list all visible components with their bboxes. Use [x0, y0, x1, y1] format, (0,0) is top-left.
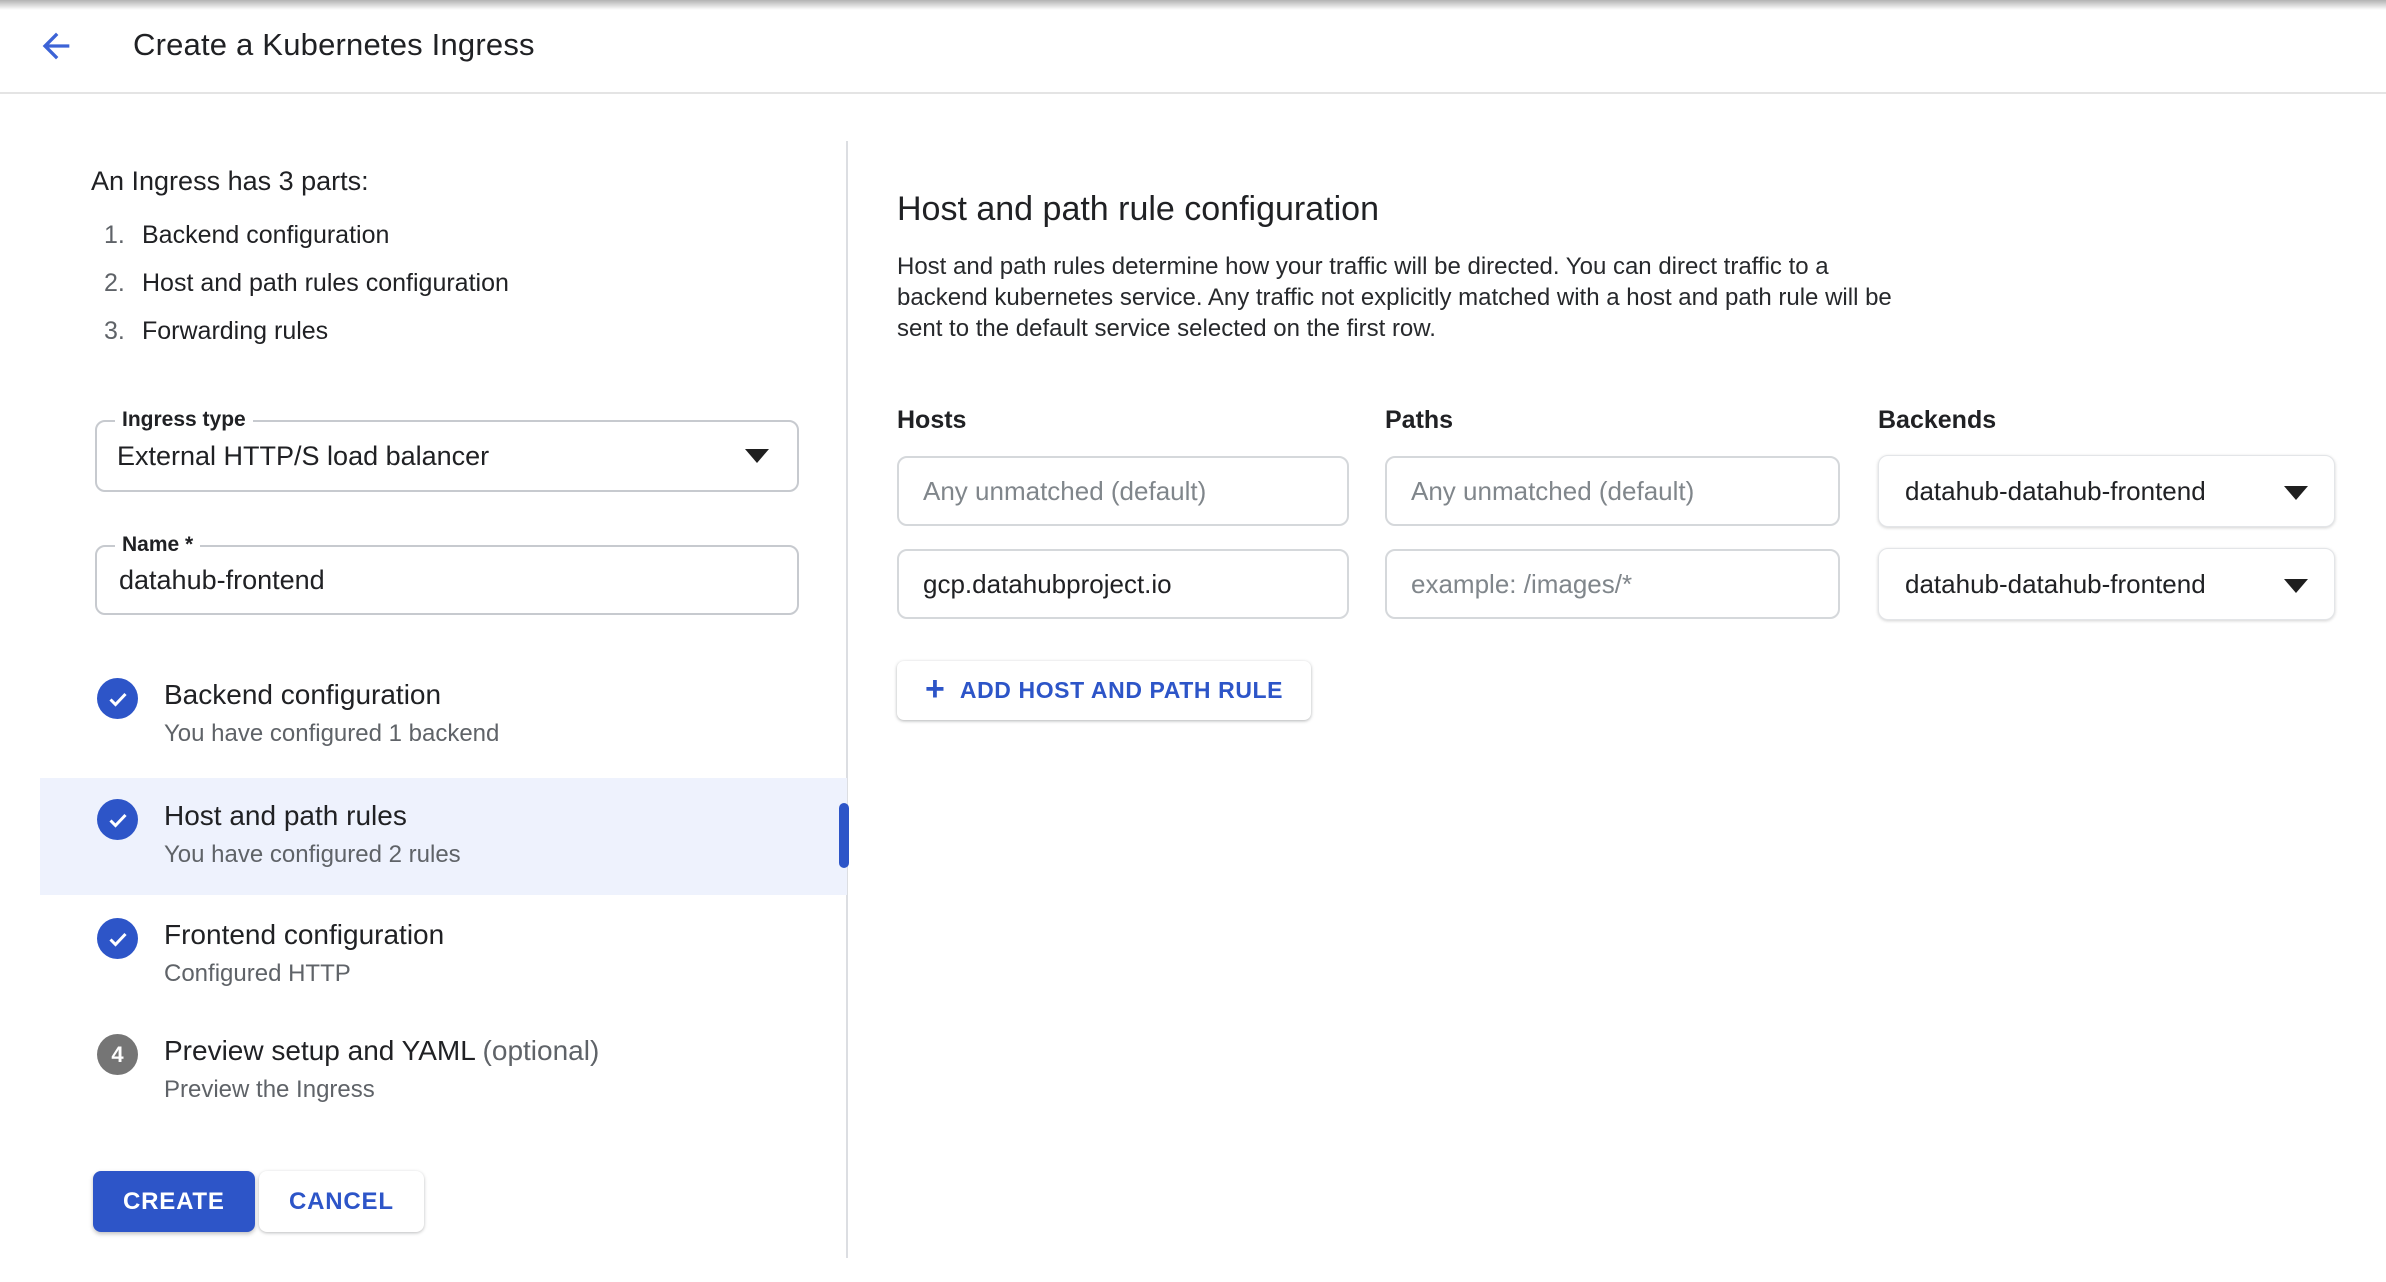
step-title: Backend configuration — [164, 676, 499, 714]
list-label: Host and path rules configuration — [142, 268, 509, 299]
ingress-type-value: External HTTP/S load balancer — [117, 441, 489, 472]
ingress-type-label: Ingress type — [115, 408, 253, 432]
backend-select-row1[interactable]: datahub-datahub-frontend — [1878, 455, 2335, 527]
description-line: backend kubernetes service. Any traffic … — [897, 282, 1892, 313]
panel-divider — [846, 141, 848, 1258]
check-circle-icon — [97, 918, 138, 959]
list-number: 2. — [104, 268, 142, 299]
step-subtitle: Preview the Ingress — [164, 1075, 599, 1105]
page-title: Create a Kubernetes Ingress — [133, 27, 535, 63]
plus-icon: + — [925, 672, 945, 706]
dropdown-caret-icon — [2284, 486, 2308, 500]
list-number: 3. — [104, 316, 142, 347]
list-label: Forwarding rules — [142, 316, 328, 347]
backend-select-row2[interactable]: datahub-datahub-frontend — [1878, 548, 2335, 620]
create-ingress-page: Create a Kubernetes Ingress An Ingress h… — [0, 0, 2386, 1282]
name-input[interactable] — [117, 564, 741, 597]
scrollbar-thumb[interactable] — [839, 803, 849, 868]
step-preview-setup-yaml[interactable]: 4 Preview setup and YAML (optional) Prev… — [97, 1032, 599, 1105]
page-header: Create a Kubernetes Ingress — [0, 0, 2386, 94]
backend-select-value: datahub-datahub-frontend — [1905, 569, 2206, 600]
backend-select-value: datahub-datahub-frontend — [1905, 476, 2206, 507]
column-header-backends: Backends — [1878, 406, 1996, 435]
back-button[interactable] — [30, 20, 82, 72]
list-number: 1. — [104, 220, 142, 251]
step-title: Preview setup and YAML (optional) — [164, 1032, 599, 1070]
step-subtitle: You have configured 2 rules — [164, 840, 461, 870]
path-input-row1[interactable] — [1385, 456, 1840, 526]
name-field: Name * — [95, 545, 799, 615]
column-header-paths: Paths — [1385, 406, 1453, 435]
host-input-row1[interactable] — [897, 456, 1349, 526]
ingress-parts-heading: An Ingress has 3 parts: — [91, 166, 369, 197]
step-number-icon: 4 — [97, 1034, 138, 1075]
description-line: Host and path rules determine how your t… — [897, 251, 1892, 282]
host-input-row2[interactable] — [897, 549, 1349, 619]
step-host-and-path-rules[interactable]: Host and path rules You have configured … — [97, 797, 461, 870]
optional-label: (optional) — [483, 1035, 600, 1066]
section-description: Host and path rules determine how your t… — [897, 251, 1892, 344]
check-circle-icon — [97, 678, 138, 719]
step-subtitle: You have configured 1 backend — [164, 719, 499, 749]
dropdown-caret-icon — [745, 449, 769, 463]
path-input-row2[interactable] — [1385, 549, 1840, 619]
ingress-type-select[interactable]: Ingress type External HTTP/S load balanc… — [95, 420, 799, 492]
top-shadow — [0, 0, 2386, 10]
step-backend-configuration[interactable]: Backend configuration You have configure… — [97, 676, 499, 749]
arrow-back-icon — [36, 26, 76, 66]
name-field-label: Name * — [115, 533, 200, 557]
cancel-button[interactable]: CANCEL — [259, 1171, 424, 1232]
step-title: Frontend configuration — [164, 916, 444, 954]
add-rule-label: ADD HOST AND PATH RULE — [960, 677, 1283, 704]
section-title: Host and path rule configuration — [897, 190, 1379, 229]
add-host-and-path-rule-button[interactable]: + ADD HOST AND PATH RULE — [897, 661, 1311, 720]
step-frontend-configuration[interactable]: Frontend configuration Configured HTTP — [97, 916, 444, 989]
column-header-hosts: Hosts — [897, 406, 966, 435]
dropdown-caret-icon — [2284, 579, 2308, 593]
check-circle-icon — [97, 799, 138, 840]
description-line: sent to the default service selected on … — [897, 313, 1892, 344]
list-label: Backend configuration — [142, 220, 389, 251]
list-item: 1. Backend configuration — [104, 220, 509, 251]
create-button[interactable]: CREATE — [93, 1171, 255, 1232]
step-title: Host and path rules — [164, 797, 461, 835]
ingress-parts-list: 1. Backend configuration 2. Host and pat… — [104, 220, 509, 364]
list-item: 2. Host and path rules configuration — [104, 268, 509, 299]
step-subtitle: Configured HTTP — [164, 959, 444, 989]
list-item: 3. Forwarding rules — [104, 316, 509, 347]
